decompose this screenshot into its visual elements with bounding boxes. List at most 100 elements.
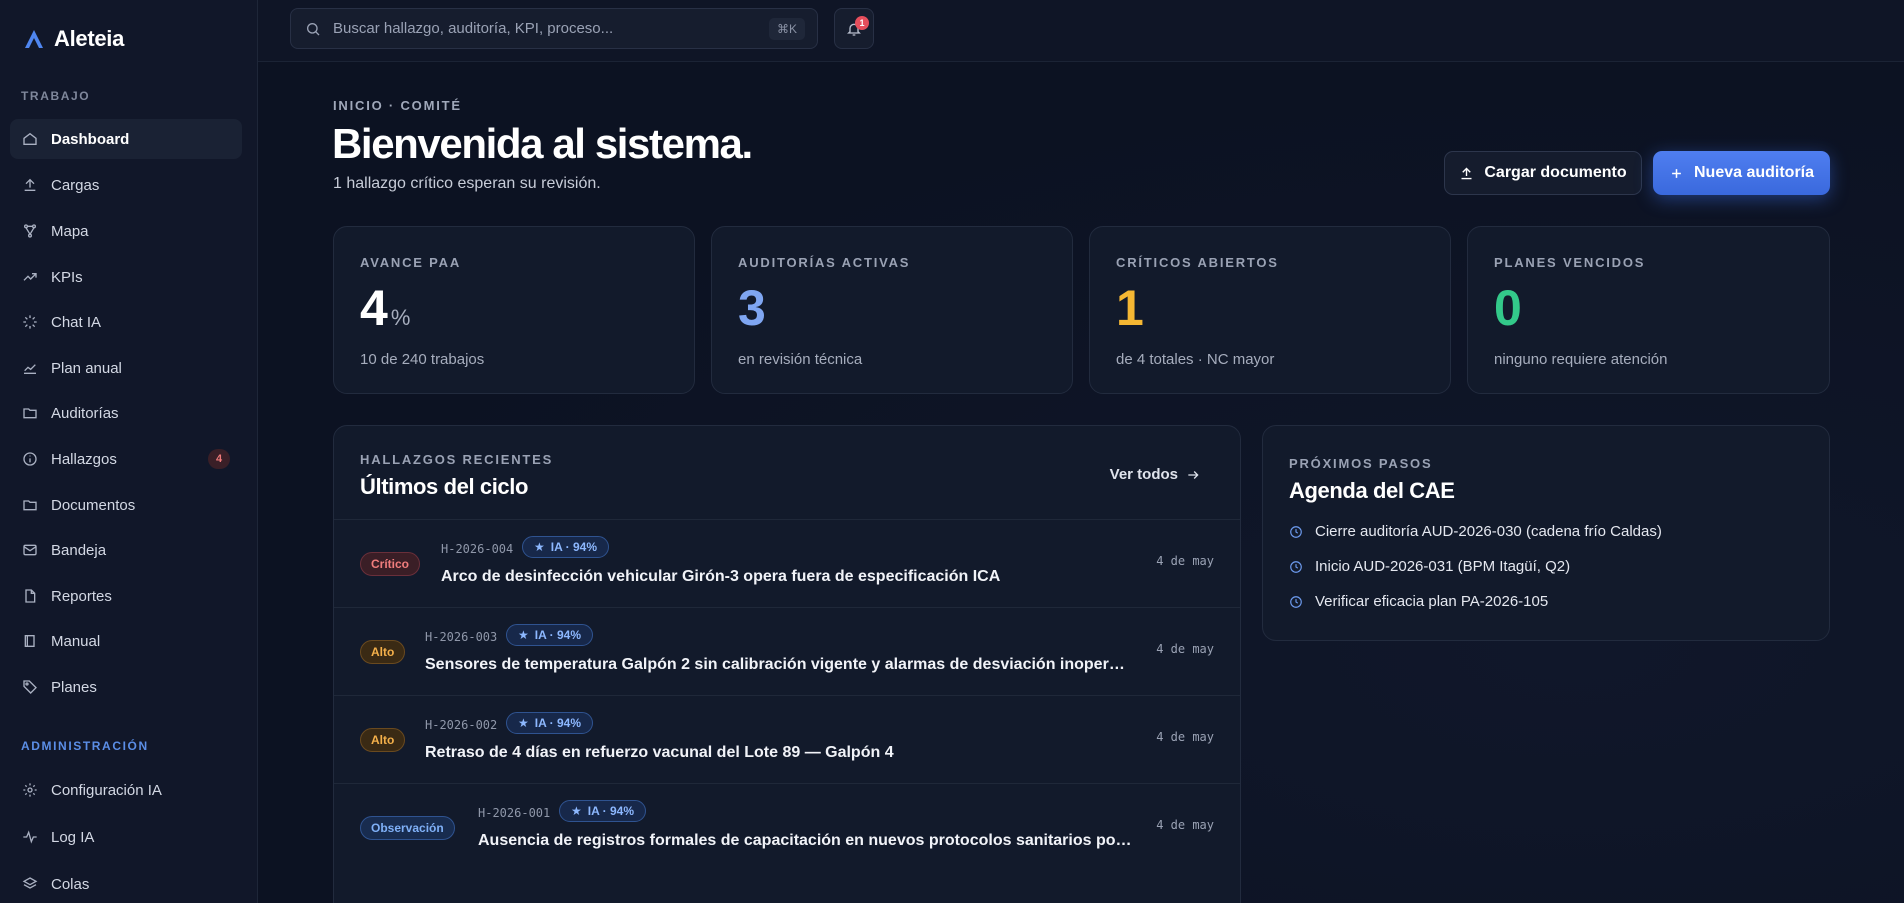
finding-date: 4 de may (1156, 730, 1214, 744)
severity-badge: Alto (360, 728, 406, 752)
sidebar-item-label: Documentos (51, 496, 136, 514)
kpi-value: 4% (360, 280, 410, 336)
finding-code: H-2026-004 (441, 542, 514, 556)
kpi-subtext: ninguno requiere atención (1494, 351, 1668, 368)
line-chart-icon (21, 359, 39, 377)
kpi-label: PLANES VENCIDOS (1494, 255, 1646, 270)
findings-section-label: HALLAZGOS RECIENTES (360, 452, 554, 467)
plus-icon (1672, 168, 1681, 178)
sidebar-item-mapa[interactable]: Mapa (10, 211, 242, 251)
sidebar-item-plan-anual[interactable]: Plan anual (10, 348, 242, 388)
finding-code: H-2026-003 (425, 630, 498, 644)
sidebar-item-label: Log IA (51, 828, 95, 846)
sidebar-item-configuracion-ia[interactable]: Configuración IA (10, 770, 242, 810)
sidebar-item-documentos[interactable]: Documentos (10, 485, 242, 525)
ai-confidence-chip: ★ IA · 94% (506, 624, 594, 646)
finding-date: 4 de may (1156, 642, 1214, 656)
sidebar-item-label: Chat IA (51, 313, 102, 331)
upload-icon (1461, 167, 1472, 179)
finding-date: 4 de may (1156, 818, 1214, 832)
finding-row[interactable]: Observación H-2026-001 ★ IA · 94% Ausenci… (334, 783, 1240, 871)
file-icon (21, 587, 39, 605)
sidebar-item-label: Cargas (51, 176, 100, 194)
agenda-item[interactable]: Verificar eficacia plan PA-2026-105 (1289, 593, 1548, 610)
search-box[interactable]: ⌘K (290, 8, 818, 49)
kpi-card-auditorias-activas[interactable]: AUDITORÍAS ACTIVAS 3 en revisión técnica (711, 226, 1073, 394)
pulse-icon (21, 828, 39, 846)
sidebar-item-chat-ia[interactable]: Chat IA (10, 302, 242, 342)
agenda-section-label: PRÓXIMOS PASOS (1289, 456, 1433, 471)
section-label-administracion: ADMINISTRACIÓN (21, 739, 149, 753)
tag-icon (21, 678, 39, 696)
finding-row[interactable]: Crítico H-2026-004 ★ IA · 94% Arco de des… (334, 519, 1240, 607)
finding-title: Arco de desinfección vehicular Girón-3 o… (441, 568, 1001, 585)
page-subtitle: 1 hallazgo crítico esperan su revisión. (333, 175, 601, 192)
kpi-subtext: en revisión técnica (738, 351, 863, 368)
kpi-value: 0 (1494, 280, 1522, 336)
finding-row[interactable]: Alto H-2026-002 ★ IA · 94% Retraso de 4 d… (334, 695, 1240, 783)
sidebar-item-label: Mapa (51, 222, 89, 240)
agenda-item[interactable]: Cierre auditoría AUD-2026-030 (cadena fr… (1289, 523, 1662, 540)
brand-name: Aleteia (54, 26, 125, 51)
agenda-item[interactable]: Inicio AUD-2026-031 (BPM Itagüí, Q2) (1289, 558, 1570, 575)
sidebar-item-dashboard[interactable]: Dashboard (10, 119, 242, 159)
info-circle-icon (21, 450, 39, 468)
new-audit-label: Nueva auditoría (1693, 164, 1815, 181)
notifications-button[interactable]: 1 (834, 8, 874, 49)
kpi-value: 1 (1116, 280, 1144, 336)
aleteia-logo-icon (25, 30, 43, 48)
finding-title: Ausencia de registros formales de capaci… (478, 832, 1138, 849)
agenda-panel: PRÓXIMOS PASOS Agenda del CAE Cierre aud… (1262, 425, 1830, 641)
home-icon (21, 130, 39, 148)
upload-document-label: Cargar documento (1484, 164, 1627, 181)
sidebar-item-label: Plan anual (51, 359, 122, 377)
sidebar-item-bandeja[interactable]: Bandeja (10, 530, 242, 570)
sidebar-item-hallazgos[interactable]: Hallazgos 4 (10, 439, 242, 479)
search-icon (307, 22, 320, 35)
finding-row[interactable]: Alto H-2026-003 ★ IA · 94% Sensores de te… (334, 607, 1240, 695)
arrow-right-icon (1188, 470, 1199, 479)
sidebar-item-colas[interactable]: Colas (10, 864, 242, 903)
kpi-card-planes-vencidos[interactable]: PLANES VENCIDOS 0 ninguno requiere atenc… (1467, 226, 1830, 394)
ai-confidence-chip: ★ IA · 94% (522, 536, 610, 558)
sidebar-item-label: Manual (51, 632, 101, 650)
brand-logo[interactable]: Aleteia (22, 26, 124, 52)
sidebar-item-label: Reportes (51, 587, 112, 605)
finding-date: 4 de may (1156, 554, 1214, 568)
sidebar-item-label: Configuración IA (51, 781, 162, 799)
kpi-card-avance-paa[interactable]: AVANCE PAA 4% 10 de 240 trabajos (333, 226, 695, 394)
star-icon: ★ (571, 804, 582, 818)
sidebar-item-reportes[interactable]: Reportes (10, 576, 242, 616)
search-input[interactable] (333, 20, 753, 37)
sidebar: Aleteia TRABAJO Dashboard Cargas Mapa KP… (0, 0, 258, 903)
new-audit-button[interactable]: Nueva auditoría (1653, 151, 1830, 195)
trend-up-icon (21, 268, 39, 286)
agenda-title: Agenda del CAE (1289, 478, 1455, 503)
severity-badge: Crítico (360, 552, 421, 576)
sidebar-item-log-ia[interactable]: Log IA (10, 817, 242, 857)
finding-code: H-2026-002 (425, 718, 498, 732)
sidebar-item-label: Auditorías (51, 404, 119, 422)
kpi-subtext: 10 de 240 trabajos (360, 351, 485, 368)
sidebar-item-auditorias[interactable]: Auditorías (10, 393, 242, 433)
finding-code: H-2026-001 (478, 806, 551, 820)
upload-document-button[interactable]: Cargar documento (1444, 151, 1642, 195)
sidebar-item-manual[interactable]: Manual (10, 621, 242, 661)
sidebar-item-label: Bandeja (51, 541, 107, 559)
sidebar-item-cargas[interactable]: Cargas (10, 165, 242, 205)
breadcrumb: INICIO · COMITÉ (333, 98, 462, 113)
clock-icon (1290, 525, 1302, 538)
kpi-label: AVANCE PAA (360, 255, 462, 270)
sidebar-item-label: Planes (51, 678, 97, 696)
upload-icon (21, 176, 39, 194)
sidebar-item-planes[interactable]: Planes (10, 667, 242, 707)
view-all-link[interactable]: Ver todos (1110, 466, 1200, 483)
kpi-card-criticos-abiertos[interactable]: CRÍTICOS ABIERTOS 1 de 4 totales · NC ma… (1089, 226, 1451, 394)
severity-badge: Alto (360, 640, 406, 664)
kpi-subtext: de 4 totales · NC mayor (1116, 351, 1275, 368)
sidebar-item-label: Colas (51, 875, 90, 893)
kpi-label: AUDITORÍAS ACTIVAS (738, 255, 911, 270)
mail-icon (21, 541, 39, 559)
sidebar-item-kpis[interactable]: KPIs (10, 257, 242, 297)
sidebar-item-label: KPIs (51, 268, 83, 286)
